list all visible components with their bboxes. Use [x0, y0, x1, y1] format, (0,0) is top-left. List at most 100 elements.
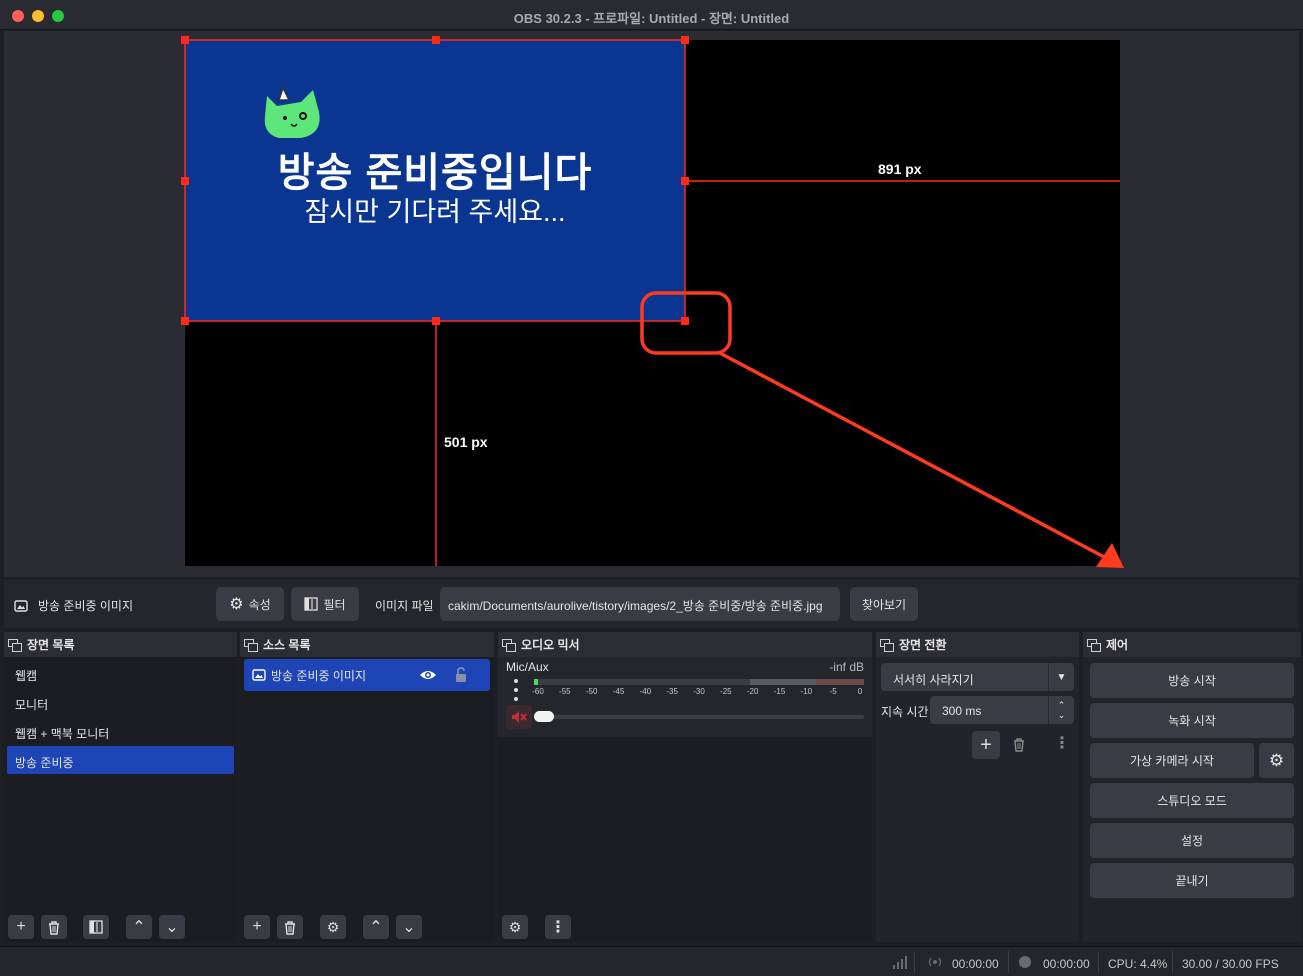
- vertical-ellipsis-icon: ⋮: [550, 919, 566, 936]
- eye-icon[interactable]: [419, 669, 437, 681]
- chevron-down-icon: ⌄: [402, 919, 416, 936]
- browse-button[interactable]: 찾아보기: [850, 587, 918, 621]
- stepper-icon[interactable]: ⌃ ⌄: [1048, 696, 1074, 724]
- transition-properties-button[interactable]: ⋮: [1054, 733, 1070, 753]
- resize-handle-bottom-right[interactable]: [681, 317, 689, 325]
- move-scene-down-button[interactable]: ⌄: [159, 915, 185, 939]
- transitions-body: 서서히 사라지기 ▼ 지속 시간 300 ms ⌃ ⌄ + ⋮: [876, 657, 1079, 942]
- scenes-dock-title: 장면 목록: [27, 638, 75, 652]
- plus-icon: +: [16, 918, 26, 935]
- mute-button[interactable]: [506, 705, 532, 729]
- meter-tick-label: -35: [666, 687, 678, 696]
- trash-icon: [49, 920, 59, 935]
- properties-button[interactable]: ⚙ 속성: [216, 587, 284, 621]
- duration-spinbox[interactable]: 300 ms ⌃ ⌄: [930, 696, 1074, 724]
- streaming-icon: [928, 957, 942, 967]
- distance-bottom-label: 501 px: [444, 434, 488, 450]
- dock-float-icon[interactable]: [502, 638, 516, 652]
- resize-handle-bottom[interactable]: [432, 317, 440, 325]
- source-properties-bar: 방송 준비중 이미지 ⚙ 속성 필터 이미지 파일 cakim/Document…: [4, 580, 1299, 628]
- transition-select-value: 서서히 사라지기: [893, 673, 974, 687]
- audio-menu-button[interactable]: [512, 679, 520, 701]
- lock-icon[interactable]: [454, 667, 468, 683]
- start-virtual-camera-button[interactable]: 가상 카메라 시작: [1090, 743, 1254, 778]
- source-item-preparing-image[interactable]: 방송 준비중 이미지: [244, 659, 490, 691]
- gear-icon: ⚙: [326, 918, 340, 935]
- audio-mixer-title: 오디오 믹서: [521, 638, 580, 652]
- audio-mixer-body: Mic/Aux -inf dB -60 -55 -50 -45 -40 -35 -30 -25…: [498, 657, 872, 942]
- add-scene-button[interactable]: +: [8, 915, 34, 939]
- scene-filters-button[interactable]: [83, 915, 109, 939]
- meter-tick-label: -50: [585, 687, 598, 696]
- meter-tick-label: -55: [559, 687, 571, 696]
- sources-dock-header: 소스 목록: [240, 632, 494, 657]
- resize-handle-top-right[interactable]: [681, 36, 689, 44]
- meter-tick-label: -40: [639, 687, 652, 696]
- distance-right-label: 891 px: [878, 161, 922, 177]
- image-file-path-field[interactable]: cakim/Documents/aurolive/tistory/images/…: [440, 587, 840, 621]
- studio-mode-button[interactable]: 스튜디오 모드: [1090, 783, 1294, 818]
- resize-handle-right[interactable]: [681, 177, 689, 185]
- dock-float-icon[interactable]: [880, 638, 894, 652]
- exit-button[interactable]: 끝내기: [1090, 863, 1294, 898]
- source-properties-button[interactable]: ⚙: [320, 915, 346, 939]
- remove-source-button[interactable]: [277, 915, 303, 939]
- muted-speaker-icon: [512, 711, 527, 723]
- image-file-label: 이미지 파일: [375, 599, 434, 613]
- audio-mixer-menu-button[interactable]: ⋮: [545, 915, 571, 939]
- resize-handle-bottom-left[interactable]: [181, 317, 189, 325]
- scene-item-webcam[interactable]: 웹캠: [7, 659, 234, 687]
- signal-bars-icon: [893, 956, 907, 969]
- dock-float-icon[interactable]: [8, 638, 22, 652]
- move-source-down-button[interactable]: ⌄: [396, 915, 422, 939]
- gear-icon: ⚙: [229, 596, 244, 613]
- resize-handle-left[interactable]: [181, 177, 189, 185]
- volume-meter-scale: -60 -55 -50 -45 -40 -35 -30 -25 -20 -15 -10 -5 0: [532, 687, 868, 697]
- audio-mixer-header: 오디오 믹서: [498, 632, 872, 657]
- filters-button[interactable]: 필터: [291, 587, 359, 621]
- sources-dock: 소스 목록 방송 준비중 이미지 + ⚙ ⌃ ⌄: [240, 632, 494, 942]
- transform-overlay: [181, 36, 1124, 568]
- scene-item-preparing[interactable]: 방송 준비중: [7, 746, 234, 774]
- selected-source-name: 방송 준비중 이미지: [38, 599, 133, 613]
- transition-select[interactable]: 서서히 사라지기 ▼: [881, 663, 1074, 691]
- scene-item-webcam-macbook[interactable]: 웹캠 + 맥북 모니터: [7, 717, 234, 745]
- record-icon: [1019, 956, 1031, 968]
- meter-tick-label: -25: [720, 687, 732, 696]
- audio-track-name: Mic/Aux: [506, 660, 549, 674]
- meter-tick-label: -20: [746, 687, 759, 696]
- volume-slider[interactable]: [534, 711, 864, 722]
- add-transition-button[interactable]: +: [972, 731, 1000, 759]
- remove-transition-button[interactable]: [1012, 737, 1026, 755]
- resize-handle-top[interactable]: [432, 36, 440, 44]
- scene-transitions-dock: 장면 전환 서서히 사라지기 ▼ 지속 시간 300 ms ⌃ ⌄ + ⋮: [876, 632, 1079, 942]
- audio-mixer-dock: 오디오 믹서 Mic/Aux -inf dB -60 -55 -50 -45 -40 -3…: [498, 632, 872, 942]
- settings-button[interactable]: 설정: [1090, 823, 1294, 858]
- start-streaming-button[interactable]: 방송 시작: [1090, 663, 1294, 698]
- start-recording-button[interactable]: 녹화 시작: [1090, 703, 1294, 738]
- duration-value: 300 ms: [942, 704, 982, 718]
- image-source-icon: [14, 599, 28, 612]
- controls-header: 제어: [1083, 632, 1301, 657]
- resize-handle-top-left[interactable]: [181, 36, 189, 44]
- move-source-up-button[interactable]: ⌃: [363, 915, 389, 939]
- move-scene-up-button[interactable]: ⌃: [126, 915, 152, 939]
- virtual-camera-settings-button[interactable]: ⚙: [1259, 743, 1294, 778]
- properties-button-label: 속성: [248, 597, 271, 612]
- meter-tick-label: -60: [532, 687, 544, 696]
- dock-float-icon[interactable]: [1087, 638, 1101, 652]
- audio-advanced-settings-button[interactable]: ⚙: [502, 915, 528, 939]
- meter-tick-label: -15: [773, 687, 786, 696]
- scene-item-monitor[interactable]: 모니터: [7, 688, 234, 716]
- meter-tick-label: -45: [612, 687, 625, 696]
- add-source-button[interactable]: +: [244, 915, 270, 939]
- status-bar: 00:00:00 00:00:00 CPU: 4.4% 30.00 / 30.0…: [0, 946, 1303, 976]
- filter-icon: [304, 597, 319, 611]
- meter-tick-label: -5: [829, 687, 837, 696]
- volume-slider-thumb[interactable]: [534, 711, 554, 722]
- scenes-list: 웹캠 모니터 웹캠 + 맥북 모니터 방송 준비중 + ⌃ ⌄: [4, 657, 237, 942]
- source-item-label: 방송 준비중 이미지: [271, 668, 366, 683]
- dock-float-icon[interactable]: [244, 638, 258, 652]
- selected-source: 방송 준비중 이미지: [14, 597, 133, 614]
- remove-scene-button[interactable]: [41, 915, 67, 939]
